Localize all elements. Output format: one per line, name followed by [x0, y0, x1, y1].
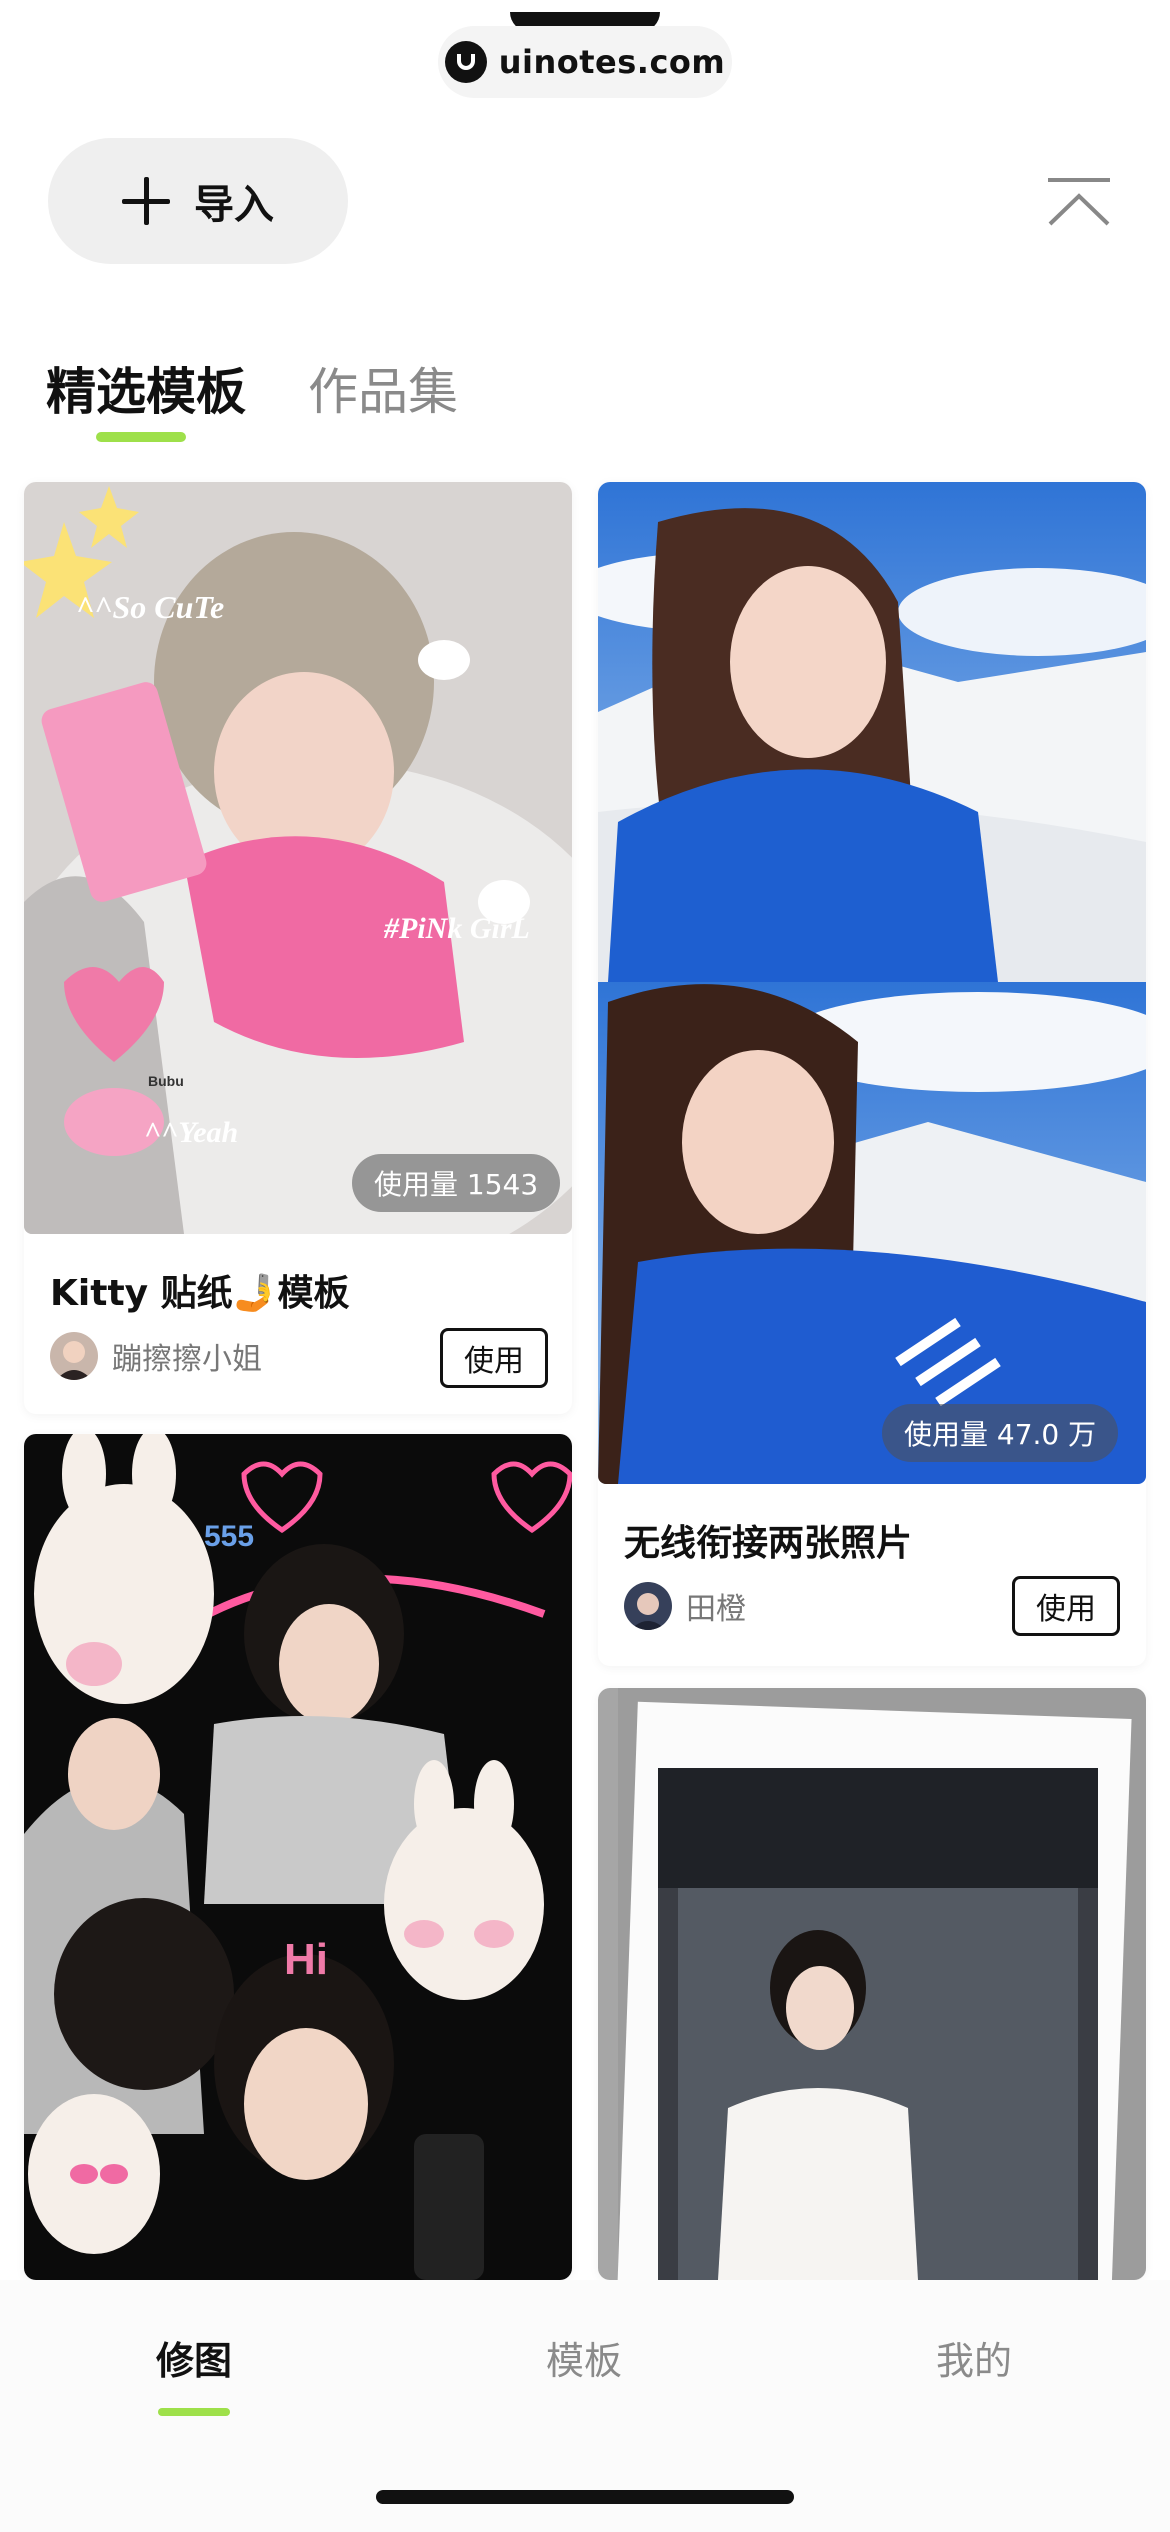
template-title: Kitty 贴纸🤳模板 [50, 1273, 350, 1314]
nav-active-indicator [158, 2408, 230, 2416]
avatar [50, 1332, 98, 1380]
import-button[interactable]: 导入 [48, 138, 348, 264]
template-card[interactable]: 555 Hi [24, 1434, 572, 2280]
sticker-text: Bubu [148, 1073, 184, 1089]
tab-portfolio[interactable]: 作品集 [308, 352, 458, 424]
watermark-text: uinotes.com [498, 43, 726, 81]
tab-active-indicator [96, 432, 186, 442]
template-card[interactable] [598, 1688, 1146, 2280]
author-info[interactable]: 田橙 [624, 1582, 746, 1630]
snow-portrait-template-image [598, 482, 1146, 1484]
nav-item-templates[interactable]: 模板 [546, 2330, 622, 2385]
plus-icon [122, 177, 170, 225]
sticker-text: 555 [204, 1520, 254, 1553]
bunny-sticker-template-image: 555 Hi [24, 1434, 572, 2280]
template-title: 无线衔接两张照片 [624, 1523, 913, 1564]
use-template-button[interactable]: 使用 [1012, 1576, 1120, 1636]
template-thumbnail[interactable]: 使用量 47.0 万 [598, 482, 1146, 1484]
uinotes-logo-icon [444, 41, 487, 83]
watermark: uinotes.com [438, 26, 732, 98]
usage-count: 使用量 47.0 万 [882, 1404, 1119, 1462]
tab-featured-templates[interactable]: 精选模板 [46, 352, 246, 424]
template-card[interactable]: 使用量 47.0 万 无线衔接两张照片 田橙 使用 [598, 482, 1146, 1666]
template-thumbnail[interactable]: ^^So CuTe #PiNk GirL ^^Yeah Bubu 使用量 154… [24, 482, 572, 1234]
author-name: 田橙 [686, 1592, 746, 1627]
author-info[interactable]: 蹦擦擦小姐 [50, 1332, 262, 1380]
nav-item-profile[interactable]: 我的 [936, 2330, 1012, 2385]
nav-item-edit[interactable]: 修图 [156, 2330, 232, 2385]
template-card[interactable]: ^^So CuTe #PiNk GirL ^^Yeah Bubu 使用量 154… [24, 482, 572, 1414]
kitty-template-image: ^^So CuTe #PiNk GirL ^^Yeah Bubu [24, 482, 572, 1234]
use-template-button[interactable]: 使用 [440, 1328, 548, 1388]
import-label: 导入 [194, 182, 274, 228]
author-name: 蹦擦擦小姐 [112, 1342, 262, 1377]
template-thumbnail[interactable] [598, 1688, 1146, 2280]
sticker-text: ^^So CuTe [76, 589, 224, 625]
sticker-text: Hi [284, 1935, 328, 1984]
template-screen: uinotes.com 导入 精选模板 作品集 ^^So CuTe #PiNk … [0, 0, 1170, 2532]
template-thumbnail[interactable]: 555 Hi [24, 1434, 572, 2280]
sticker-text: ^^Yeah [144, 1116, 238, 1149]
polaroid-template-image [598, 1688, 1146, 2280]
avatar [624, 1582, 672, 1630]
home-indicator[interactable] [376, 2490, 794, 2504]
usage-count: 使用量 1543 [352, 1154, 561, 1212]
sticker-text: #PiNk GirL [383, 912, 530, 945]
collapse-top-icon[interactable] [1046, 176, 1112, 230]
